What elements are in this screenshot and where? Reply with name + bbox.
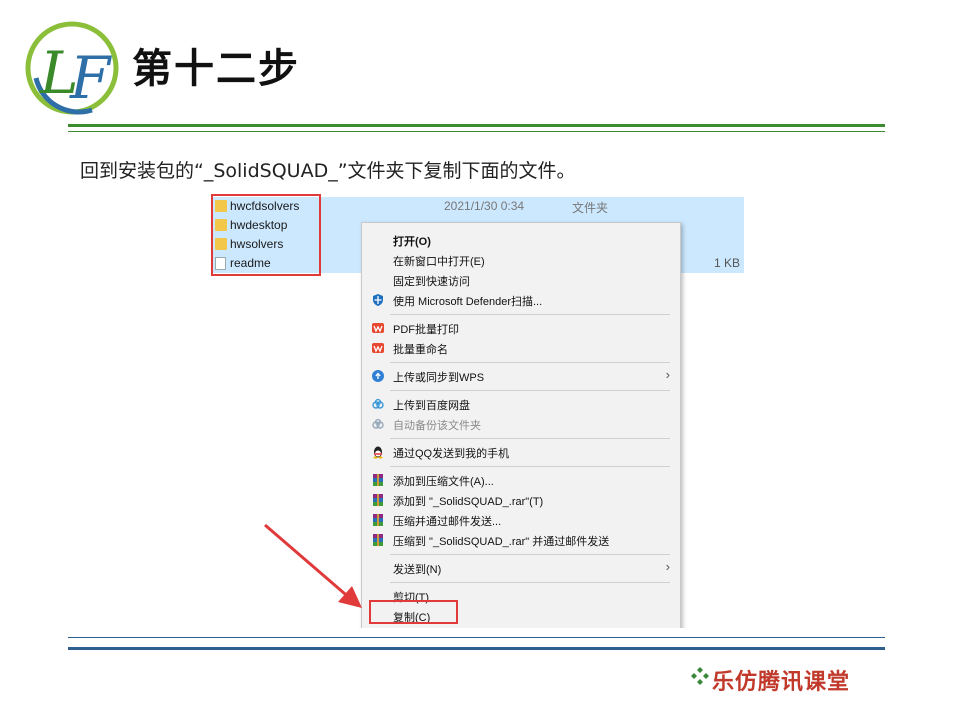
baidu-cloud-icon [372, 418, 384, 429]
menu-item-label: 批量重命名 [393, 344, 448, 356]
menu-separator [390, 390, 670, 391]
menu-item-auto-backup[interactable]: 自动备份该文件夹 [362, 414, 680, 434]
menu-item-label: 添加到压缩文件(A)... [393, 476, 494, 488]
instruction-text: 回到安装包的“_SolidSQUAD_”文件夹下复制下面的文件。 [80, 160, 576, 182]
winrar-icon [373, 474, 383, 486]
winrar-icon [373, 534, 383, 546]
menu-item-pdf-batch-print[interactable]: PDF批量打印 [362, 318, 680, 338]
brand-name: 乐仿腾讯课堂 [712, 669, 851, 695]
defender-shield-icon [373, 294, 383, 306]
menu-item-label: 在新窗口中打开(E) [393, 256, 485, 268]
menu-item-label: PDF批量打印 [393, 324, 459, 336]
footer-divider-thick [68, 647, 885, 650]
menu-item-label: 发送到(N) [393, 564, 442, 576]
menu-item-label: 添加到 "_SolidSQUAD_.rar"(T) [393, 496, 544, 508]
pointer-arrow-icon [264, 523, 362, 608]
copy-highlight-box [369, 600, 458, 624]
menu-separator [390, 582, 670, 583]
menu-item-label: 压缩到 "_SolidSQUAD_.rar" 并通过邮件发送 [393, 536, 610, 548]
menu-item-add-archive[interactable]: 添加到压缩文件(A)... [362, 470, 680, 490]
menu-item-qq-send[interactable]: 通过QQ发送到我的手机 [362, 442, 680, 462]
file-size: 1 KB [713, 256, 740, 270]
menu-separator [390, 466, 670, 467]
menu-item-upload-wps[interactable]: 上传或同步到WPS › [362, 366, 680, 386]
menu-item-open[interactable]: 打开(O) [362, 230, 680, 250]
menu-item-label: 固定到快速访问 [393, 276, 470, 288]
menu-item-defender-scan[interactable]: 使用 Microsoft Defender扫描... [362, 290, 680, 310]
menu-item-label: 自动备份该文件夹 [393, 420, 481, 432]
title-divider-thin [68, 131, 885, 132]
menu-separator [390, 438, 670, 439]
file-type: 文件夹 [572, 201, 609, 215]
svg-text:F: F [69, 44, 112, 112]
menu-item-label: 压缩并通过邮件发送... [393, 516, 502, 528]
menu-separator [390, 314, 670, 315]
page-title: 第十二步 [132, 46, 300, 92]
lf-logo: L F [25, 21, 119, 115]
wps-cloud-icon [372, 370, 384, 382]
baidu-cloud-icon [372, 398, 384, 409]
winrar-icon [373, 514, 383, 526]
menu-item-compress-rar-email[interactable]: 压缩到 "_SolidSQUAD_.rar" 并通过邮件发送 [362, 530, 680, 550]
files-highlight-box [211, 194, 321, 276]
context-menu: 打开(O) 在新窗口中打开(E) 固定到快速访问 使用 Microsoft De… [361, 222, 681, 628]
winrar-icon [373, 494, 383, 506]
wps-icon [372, 343, 384, 353]
menu-item-label: 通过QQ发送到我的手机 [393, 448, 510, 460]
diamond-cluster-icon [691, 667, 709, 685]
title-divider-thick [68, 124, 885, 127]
menu-item-label: 使用 Microsoft Defender扫描... [393, 296, 543, 308]
menu-item-compress-email[interactable]: 压缩并通过邮件发送... [362, 510, 680, 530]
menu-item-label: 打开(O) [393, 236, 431, 248]
menu-item-upload-baidu[interactable]: 上传到百度网盘 [362, 394, 680, 414]
wps-icon [372, 323, 384, 333]
menu-item-label: 上传或同步到WPS [393, 372, 485, 384]
menu-separator [390, 362, 670, 363]
menu-item-batch-rename[interactable]: 批量重命名 [362, 338, 680, 358]
menu-item-send-to[interactable]: 发送到(N) › [362, 558, 680, 578]
menu-item-add-to-rar[interactable]: 添加到 "_SolidSQUAD_.rar"(T) [362, 490, 680, 510]
menu-separator [390, 554, 670, 555]
menu-item-open-new-window[interactable]: 在新窗口中打开(E) [362, 250, 680, 270]
menu-item-label: 上传到百度网盘 [393, 400, 470, 412]
submenu-arrow-icon: › [665, 367, 670, 382]
file-date: 2021/1/30 0:34 [444, 199, 525, 213]
submenu-arrow-icon: › [665, 559, 670, 574]
qq-icon [373, 446, 383, 459]
menu-item-pin-quick-access[interactable]: 固定到快速访问 [362, 270, 680, 290]
footer-divider-thin [68, 637, 885, 638]
